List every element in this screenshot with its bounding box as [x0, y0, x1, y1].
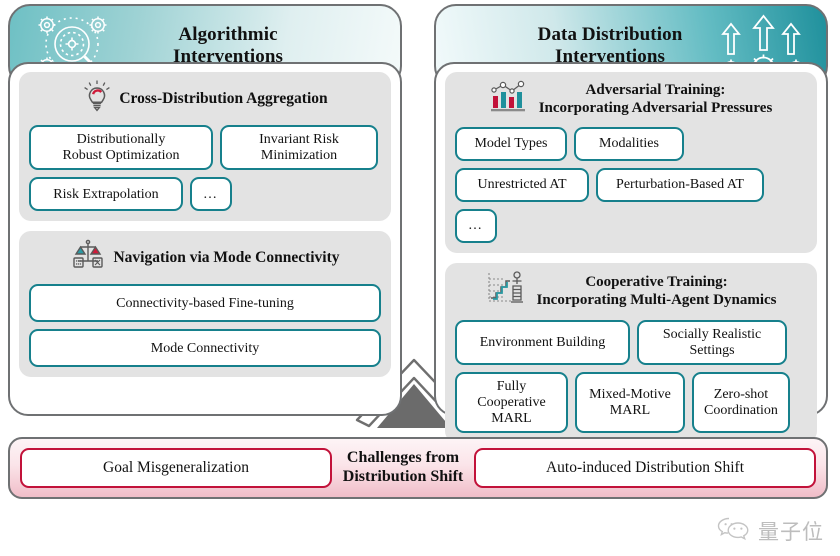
group-cooperative-training: Cooperative Training: Incorporating Multi… — [445, 263, 817, 444]
balance-scale-icon — [70, 238, 106, 277]
chip-model-types[interactable]: Model Types — [455, 127, 567, 161]
watermark-text: 量子位 — [758, 519, 824, 544]
watermark: 量子位 — [717, 515, 824, 546]
group-title: Cooperative Training: Incorporating Multi… — [536, 274, 777, 308]
column-algorithmic-interventions: Algorithmic Interventions Cross-Distribu… — [8, 4, 402, 416]
body-algorithmic-interventions: Cross-Distribution Aggregation Distribut… — [8, 62, 402, 416]
bar-chart-line-icon — [490, 79, 532, 120]
chip-more-1[interactable]: … — [190, 177, 232, 212]
chip-list: Environment Building Socially Realistic S… — [455, 320, 807, 434]
lightbulb-icon — [82, 79, 112, 118]
group-adversarial-training: Adversarial Training: Incorporating Adver… — [445, 72, 817, 253]
column-data-distribution-interventions: Data Distribution Interventions Adversar… — [434, 4, 828, 444]
chip-modalities[interactable]: Modalities — [574, 127, 684, 161]
group-title: Adversarial Training: Incorporating Adver… — [538, 82, 773, 116]
chip-connectivity-finetuning[interactable]: Connectivity-based Fine-tuning — [29, 284, 381, 323]
wechat-icon — [717, 515, 751, 546]
chip-list: Connectivity-based Fine-tuning Mode Conn… — [29, 284, 381, 368]
chip-auto-induced-distribution-shift[interactable]: Auto-induced Distribution Shift — [474, 448, 816, 488]
chip-socially-realistic-settings[interactable]: Socially Realistic Settings — [637, 320, 787, 366]
chip-zero-shot-coordination[interactable]: Zero-shot Coordination — [692, 372, 790, 434]
chip-irm[interactable]: Invariant Risk Minimization — [220, 125, 378, 171]
body-data-distribution-interventions: Adversarial Training: Incorporating Adver… — [434, 62, 828, 444]
chip-risk-extrapolation[interactable]: Risk Extrapolation — [29, 177, 183, 212]
challenges-title: Challenges from Distribution Shift — [342, 449, 464, 485]
chip-environment-building[interactable]: Environment Building — [455, 320, 630, 366]
group-title: Navigation via Mode Connectivity — [113, 248, 340, 266]
group-navigation-mode-connectivity: Navigation via Mode Connectivity Connect… — [19, 231, 391, 378]
challenges-bar: Goal Misgeneralization Challenges from Di… — [8, 437, 828, 499]
chip-dro[interactable]: Distributionally Robust Optimization — [29, 125, 213, 171]
chip-perturbation-based-at[interactable]: Perturbation-Based AT — [596, 168, 764, 202]
chip-list: Model Types Modalities Unrestricted AT P… — [455, 127, 807, 243]
chip-list: Distributionally Robust Optimization Inva… — [29, 125, 381, 212]
chip-fully-cooperative-marl[interactable]: Fully Cooperative MARL — [455, 372, 568, 434]
group-title: Cross-Distribution Aggregation — [119, 89, 328, 107]
chip-more-2[interactable]: … — [455, 209, 497, 243]
chip-mixed-motive-marl[interactable]: Mixed-Motive MARL — [575, 372, 685, 434]
chip-mode-connectivity[interactable]: Mode Connectivity — [29, 329, 381, 368]
chip-unrestricted-at[interactable]: Unrestricted AT — [455, 168, 589, 202]
group-cross-distribution-aggregation: Cross-Distribution Aggregation Distribut… — [19, 72, 391, 222]
stairs-agent-icon — [486, 270, 530, 313]
chip-goal-misgeneralization[interactable]: Goal Misgeneralization — [20, 448, 332, 488]
diagram-canvas: Algorithmic Interventions Cross-Distribu… — [0, 0, 840, 556]
